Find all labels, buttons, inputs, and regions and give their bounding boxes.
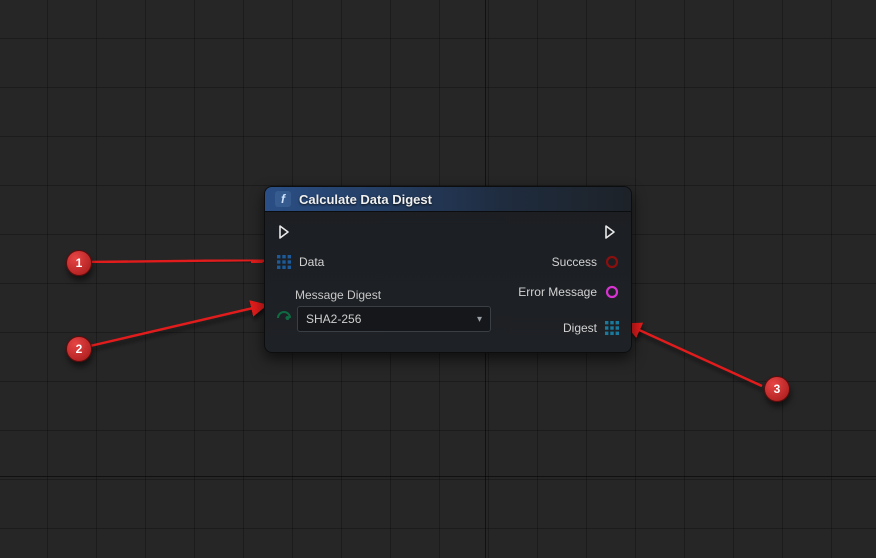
digest-output-label: Digest [563, 321, 597, 335]
array-pin-icon [277, 255, 291, 269]
exec-pin-icon [277, 224, 293, 240]
array-pin-icon [605, 321, 619, 335]
node-body: Data Message Digest SHA2-256 ▾ [265, 212, 631, 352]
data-input-label: Data [299, 255, 324, 269]
digest-output-pin[interactable]: Digest [563, 318, 619, 338]
callout-badge-1: 1 [66, 250, 92, 276]
success-output-label: Success [552, 255, 597, 269]
node-title: Calculate Data Digest [299, 192, 432, 207]
data-pin-icon [605, 285, 619, 299]
error-output-pin[interactable]: Error Message [518, 282, 619, 302]
message-digest-value: SHA2-256 [306, 312, 361, 326]
function-badge-icon: f [275, 191, 291, 207]
blueprint-graph-canvas[interactable]: f Calculate Data Digest [0, 0, 876, 558]
data-input-pin[interactable]: Data [277, 252, 324, 272]
success-output-pin[interactable]: Success [552, 252, 619, 272]
message-digest-label: Message Digest [277, 288, 491, 302]
node-outputs-column: Success Error Message Digest [518, 222, 619, 338]
node-calculate-data-digest[interactable]: f Calculate Data Digest [264, 186, 632, 353]
callout-badge-2: 2 [66, 336, 92, 362]
message-digest-dropdown[interactable]: SHA2-256 ▾ [297, 306, 491, 332]
node-header[interactable]: f Calculate Data Digest [265, 187, 631, 212]
error-output-label: Error Message [518, 285, 597, 299]
node-inputs-column: Data Message Digest SHA2-256 ▾ [277, 222, 491, 338]
exec-out-pin[interactable] [603, 222, 619, 242]
exec-in-pin[interactable] [277, 222, 293, 242]
callout-badge-3: 3 [764, 376, 790, 402]
chevron-down-icon: ▾ [477, 314, 482, 325]
enum-pin-icon [277, 311, 291, 325]
exec-pin-icon [603, 224, 619, 240]
data-pin-icon [605, 255, 619, 269]
